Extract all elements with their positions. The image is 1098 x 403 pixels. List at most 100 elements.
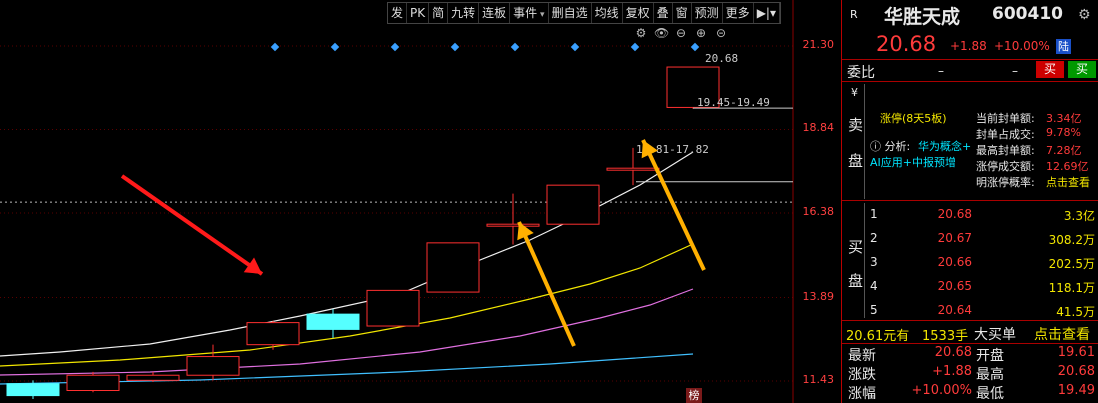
sell-side-label-2: 盘 (848, 152, 864, 170)
settings-icon[interactable]: ⚙ (1078, 7, 1091, 23)
buy-row-2-n: 3 (870, 255, 878, 269)
quote-0-k1: 最新 (848, 348, 876, 364)
buy-row-3-p: 20.65 (937, 279, 972, 293)
quote-1-k2: 最高 (976, 367, 1004, 383)
price-axis-label-3: 13.89 (802, 289, 835, 303)
quote-panel: R 华胜天成 600410 ⚙ 20.68 +1.88 +10.00% 陆 委比… (841, 0, 1098, 403)
eye-icon[interactable]: 👁 (654, 26, 669, 40)
event-marker-5 (570, 42, 580, 52)
stat-key-3: 涨停成交额: (976, 160, 1035, 173)
toolbar-btn-5[interactable]: 事件 (510, 3, 549, 23)
price-axis-label-4: 11.43 (802, 373, 835, 386)
toolbar-btn-3[interactable]: 九转 (448, 3, 480, 23)
toolbar-btn-6[interactable]: 删自选 (549, 3, 592, 23)
buy-row-1-p: 20.67 (937, 231, 972, 245)
analysis-prefix: ⓘ 分析: (870, 140, 911, 153)
quote-0-v2: 19.61 (1057, 345, 1095, 360)
toolbar-btn-0[interactable]: 发 (388, 3, 408, 23)
toolbar-btn-2[interactable]: 简 (429, 3, 449, 23)
candle-0 (6, 383, 60, 397)
event-marker-2 (390, 42, 400, 52)
toolbar-btn-1[interactable]: PK (407, 3, 430, 23)
big-order-volume: 1533手 (922, 329, 969, 344)
toolbar-btn-9[interactable]: 叠 (654, 3, 673, 23)
quote-1-v2: 20.68 (1057, 364, 1095, 379)
sell-side-label-1: 卖 (848, 116, 864, 134)
stat-key-0: 当前封单额: (976, 112, 1035, 125)
toolbar-btn-4[interactable]: 连板 (479, 3, 511, 23)
candle-10 (606, 167, 660, 171)
event-marker-6 (630, 42, 640, 52)
stat-value-1: 9.78% (1046, 126, 1081, 139)
price-axis-label-2: 16.38 (802, 204, 835, 218)
exchange-badge: 陆 (1056, 39, 1071, 54)
limit-status: 涨停(8天5板) (880, 112, 947, 125)
sell-button[interactable]: 买 (1036, 61, 1064, 78)
event-marker-4 (510, 42, 520, 52)
toolbar-nav-arrow-icon[interactable]: ▶|▾ (754, 3, 780, 23)
buy-row-1-v: 308.2万 (1048, 233, 1095, 247)
buy-row-1-n: 2 (870, 231, 878, 245)
order-ratio-label: 委比 (847, 65, 875, 81)
chart-toolbar: 发PK简九转连板事件删自选均线复权叠窗预测更多▶|▾ (387, 2, 781, 24)
toolbar-btn-7[interactable]: 均线 (592, 3, 623, 23)
buy-button[interactable]: 买 (1068, 61, 1096, 78)
price-change-pct: +10.00% (994, 39, 1050, 53)
toolbar-btn-11[interactable]: 预测 (692, 3, 723, 23)
stock-name: 华胜天成 (884, 6, 961, 28)
rank-badge[interactable]: 榜 (686, 388, 702, 403)
minus-circle-icon[interactable]: ⊖ (674, 26, 688, 40)
toolbar-btn-12[interactable]: 更多 (723, 3, 754, 23)
price-axis-label-1: 18.84 (802, 121, 835, 135)
candle-2 (126, 374, 180, 381)
event-marker-3 (450, 42, 460, 52)
gear-icon[interactable]: ⚙ (634, 26, 648, 40)
stat-key-2: 最高封单额: (976, 144, 1035, 157)
high-annotation: 20.68 (705, 52, 738, 65)
toolbar-btn-10[interactable]: 窗 (673, 3, 692, 23)
chart-icon-bar: ⚙ 👁 ⊖ ⊕ ⊝ (634, 26, 728, 40)
event-marker-0 (270, 42, 280, 52)
analysis-tags-2[interactable]: AI应用+中报预增 (870, 154, 956, 170)
stat-value-0: 3.34亿 (1046, 112, 1082, 125)
order-diff-value: – (1012, 64, 1018, 78)
zoom-out-icon[interactable]: ⊝ (714, 26, 728, 40)
buy-row-4-n: 5 (870, 303, 878, 317)
candle-9 (546, 184, 600, 225)
buy-side-label-2: 盘 (848, 272, 864, 290)
candle-7 (426, 242, 480, 293)
big-order-label: 大买单 (974, 327, 1016, 343)
stat-value-4[interactable]: 点击查看 (1046, 174, 1090, 190)
buy-row-3-v: 118.1万 (1048, 281, 1095, 295)
plus-circle-icon[interactable]: ⊕ (694, 26, 708, 40)
buy-row-4-v: 41.5万 (1056, 305, 1095, 319)
stock-tag: R (850, 8, 858, 21)
red-arrow (120, 174, 264, 276)
stat-key-4: 明涨停概率: (976, 176, 1035, 189)
yellow-arrow-1 (517, 221, 576, 347)
price-axis: 21.30 18.84 16.38 13.89 11.43 (793, 0, 840, 403)
candle-1 (66, 374, 120, 392)
ma20-line (0, 288, 694, 376)
buy-row-2-v: 202.5万 (1048, 257, 1095, 271)
buy-row-0-n: 1 (870, 207, 878, 221)
kline-chart[interactable]: 20.6819.45-19.4916.81-17.82 (0, 0, 840, 403)
buy-row-4-p: 20.64 (937, 303, 972, 317)
candle-6 (366, 289, 420, 327)
stat-value-3: 12.69亿 (1046, 160, 1089, 173)
event-marker-1 (330, 42, 340, 52)
quote-2-v1: +10.00% (911, 383, 972, 398)
candle-8 (486, 223, 540, 227)
event-marker-7 (690, 42, 700, 52)
analysis-tags[interactable]: 华为概念+ (918, 138, 971, 154)
quote-0-v1: 20.68 (934, 345, 972, 360)
yellow-arrow-2 (641, 139, 706, 271)
big-order-price: 20.61元有 (846, 329, 910, 344)
sell-label-corner: ¥ (851, 86, 858, 99)
toolbar-btn-8[interactable]: 复权 (623, 3, 654, 23)
buy-side-label-1: 买 (848, 238, 864, 256)
big-order-link[interactable]: 点击查看 (1034, 324, 1090, 344)
quote-2-k2: 最低 (976, 386, 1004, 402)
candle-3 (186, 356, 240, 376)
buy-row-0-v: 3.3亿 (1063, 209, 1095, 223)
